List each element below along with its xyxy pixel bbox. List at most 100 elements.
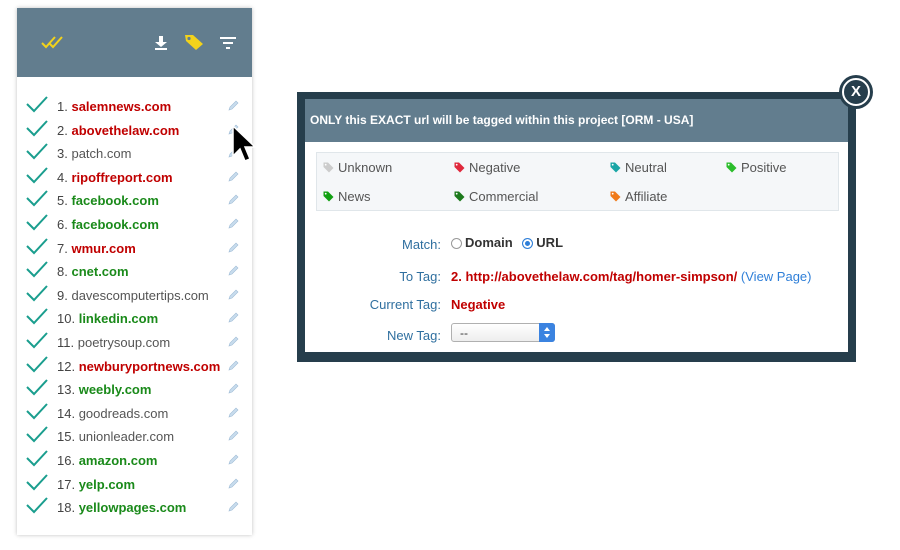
site-entry[interactable]: 2. abovethelaw.com	[57, 123, 179, 138]
list-item[interactable]: 5. facebook.com	[17, 188, 252, 212]
current-tag-value: Negative	[451, 297, 506, 312]
site-entry[interactable]: 6. facebook.com	[57, 217, 159, 232]
site-entry[interactable]: 10. linkedin.com	[57, 311, 158, 326]
site-entry[interactable]: 14. goodreads.com	[57, 406, 168, 421]
site-entry[interactable]: 18. yellowpages.com	[57, 500, 186, 515]
site-entry[interactable]: 9. davescomputertips.com	[57, 288, 209, 303]
list-item[interactable]: 4. ripoffreport.com	[17, 165, 252, 189]
edit-pencil-icon[interactable]	[227, 193, 240, 206]
tag-option-neutral[interactable]: Neutral	[610, 160, 667, 175]
match-domain-radio[interactable]: Domain	[451, 235, 513, 250]
close-button[interactable]: X	[839, 75, 873, 109]
site-name: weebly.com	[78, 382, 152, 398]
edit-pencil-icon[interactable]	[227, 311, 240, 324]
checkmark-icon	[26, 403, 48, 420]
edit-pencil-icon[interactable]	[227, 382, 240, 395]
edit-pencil-icon[interactable]	[227, 359, 240, 372]
view-page-link[interactable]: (View Page)	[741, 269, 812, 284]
site-entry[interactable]: 3. patch.com	[57, 146, 131, 161]
select-arrows-icon	[539, 323, 555, 342]
site-entry[interactable]: 13. weebly.com	[57, 382, 151, 397]
edit-pencil-icon[interactable]	[227, 335, 240, 348]
tag-icon	[610, 162, 621, 173]
edit-pencil-icon[interactable]	[227, 99, 240, 112]
tag-option-positive[interactable]: Positive	[726, 160, 787, 175]
checkmark-icon	[26, 214, 48, 231]
list-item[interactable]: 7. wmur.com	[17, 236, 252, 260]
tag-label: Neutral	[625, 160, 667, 175]
site-entry[interactable]: 15. unionleader.com	[57, 429, 174, 444]
checkmark-icon	[26, 308, 48, 325]
list-item[interactable]: 10. linkedin.com	[17, 306, 252, 330]
tag-option-commercial[interactable]: Commercial	[454, 189, 538, 204]
list-item[interactable]: 17. yelp.com	[17, 472, 252, 496]
site-entry[interactable]: 4. ripoffreport.com	[57, 170, 173, 185]
list-item[interactable]: 9. davescomputertips.com	[17, 283, 252, 307]
tag-label: Negative	[469, 160, 521, 175]
checkmark-icon	[26, 167, 48, 184]
list-item[interactable]: 8. cnet.com	[17, 259, 252, 283]
tag-dialog-body: ONLY this EXACT url will be tagged withi…	[305, 99, 848, 352]
checkmark-icon	[26, 497, 48, 514]
list-item[interactable]: 11. poetrysoup.com	[17, 330, 252, 354]
current-tag-label: Current Tag:	[369, 297, 441, 312]
list-item[interactable]: 13. weebly.com	[17, 377, 252, 401]
edit-pencil-icon[interactable]	[227, 264, 240, 277]
tag-icon	[610, 191, 621, 202]
double-check-icon[interactable]	[40, 34, 66, 50]
tag-option-news[interactable]: News	[323, 189, 371, 204]
sidebar-header	[17, 8, 252, 77]
edit-pencil-icon[interactable]	[227, 241, 240, 254]
site-name: davescomputertips.com	[71, 287, 209, 303]
site-number: 7.	[57, 240, 68, 256]
match-url-radio[interactable]: URL	[522, 235, 563, 250]
list-item[interactable]: 15. unionleader.com	[17, 424, 252, 448]
edit-pencil-icon[interactable]	[227, 406, 240, 419]
site-entry[interactable]: 16. amazon.com	[57, 453, 157, 468]
list-item[interactable]: 6. facebook.com	[17, 212, 252, 236]
list-item[interactable]: 3. patch.com	[17, 141, 252, 165]
tag-label: Positive	[741, 160, 787, 175]
edit-pencil-icon[interactable]	[227, 170, 240, 183]
match-url-label: URL	[536, 235, 564, 250]
site-entry[interactable]: 12. newburyportnews.com	[57, 359, 220, 374]
site-entry[interactable]: 8. cnet.com	[57, 264, 129, 279]
site-entry[interactable]: 11. poetrysoup.com	[57, 335, 170, 350]
new-tag-select-value: --	[460, 326, 468, 340]
filter-icon[interactable]	[220, 37, 236, 49]
list-item[interactable]: 12. newburyportnews.com	[17, 354, 252, 378]
site-entry[interactable]: 17. yelp.com	[57, 477, 135, 492]
download-icon[interactable]	[153, 35, 169, 51]
site-number: 8.	[57, 264, 68, 280]
checkmark-icon	[26, 332, 48, 349]
edit-pencil-icon[interactable]	[227, 477, 240, 490]
to-tag-number: 2.	[451, 269, 462, 284]
edit-pencil-icon[interactable]	[227, 217, 240, 230]
tag-option-affiliate[interactable]: Affiliate	[610, 189, 667, 204]
list-item[interactable]: 2. abovethelaw.com	[17, 118, 252, 142]
new-tag-label: New Tag:	[387, 328, 441, 343]
checkmark-icon	[26, 190, 48, 207]
site-number: 16.	[57, 452, 76, 468]
site-entry[interactable]: 5. facebook.com	[57, 193, 159, 208]
site-number: 15.	[57, 429, 76, 445]
site-entry[interactable]: 1. salemnews.com	[57, 99, 171, 114]
new-tag-select[interactable]: --	[451, 323, 555, 342]
tag-option-negative[interactable]: Negative	[454, 160, 520, 175]
site-number: 2.	[57, 122, 68, 138]
list-item[interactable]: 18. yellowpages.com	[17, 495, 252, 519]
edit-pencil-icon[interactable]	[227, 288, 240, 301]
edit-pencil-icon[interactable]	[227, 500, 240, 513]
site-number: 6.	[57, 216, 68, 232]
checkmark-icon	[26, 143, 48, 160]
edit-pencil-icon[interactable]	[227, 453, 240, 466]
edit-pencil-icon[interactable]	[227, 429, 240, 442]
list-item[interactable]: 1. salemnews.com	[17, 94, 252, 118]
tag-icon[interactable]	[184, 33, 204, 51]
mouse-cursor-icon	[232, 124, 257, 162]
list-item[interactable]: 16. amazon.com	[17, 448, 252, 472]
list-item[interactable]: 14. goodreads.com	[17, 401, 252, 425]
site-entry[interactable]: 7. wmur.com	[57, 241, 136, 256]
tag-option-unknown[interactable]: Unknown	[323, 160, 392, 175]
site-number: 1.	[57, 99, 68, 114]
